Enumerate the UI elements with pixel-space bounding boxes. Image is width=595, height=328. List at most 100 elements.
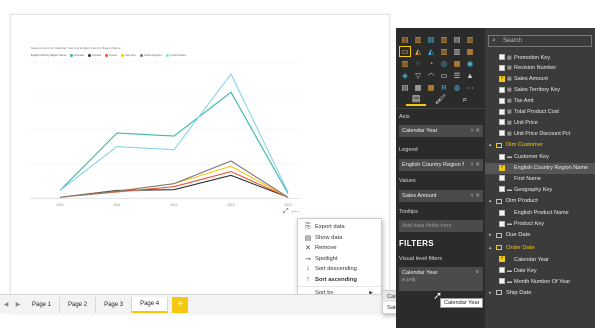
field-checkbox[interactable] bbox=[499, 278, 505, 284]
field-promotion-key[interactable]: ▦ Promotion Key bbox=[485, 52, 595, 63]
table-order-date[interactable]: ▴ Order Date bbox=[485, 242, 595, 254]
percent-column-icon[interactable]: ▥ bbox=[464, 34, 476, 45]
clustered-column-icon[interactable]: ▥ bbox=[438, 34, 450, 45]
field-checkbox[interactable] bbox=[499, 164, 505, 171]
field-checkbox[interactable] bbox=[499, 54, 505, 60]
legend-well-controls[interactable]: ˅ ✕ bbox=[471, 162, 480, 168]
field-checkbox[interactable] bbox=[499, 267, 505, 274]
table-due-date[interactable]: ▸ Due Date bbox=[485, 229, 595, 241]
field-sales-amount[interactable]: ▦Sales Amount bbox=[485, 74, 595, 85]
focus-mode-icon[interactable]: ⤢ bbox=[283, 208, 289, 216]
tooltips-well[interactable]: Add data fields here bbox=[399, 220, 483, 232]
field-revision-number[interactable]: ▦ Revision Number bbox=[485, 63, 595, 74]
export-data-menu-item[interactable]: ⎘ Export data bbox=[298, 222, 381, 233]
search-placeholder: Search bbox=[503, 38, 523, 44]
field-calendar-year[interactable]: Calendar Year bbox=[485, 254, 595, 265]
card-icon[interactable]: ▭ bbox=[438, 70, 450, 81]
field-checkbox[interactable] bbox=[499, 175, 505, 182]
kpi-icon[interactable]: ▲ bbox=[464, 70, 476, 81]
field-first-name[interactable]: First Name bbox=[485, 173, 595, 184]
stacked-bar-icon[interactable]: ▤ bbox=[399, 34, 411, 45]
chevron-down-icon[interactable]: ˅ bbox=[475, 270, 479, 276]
gauge-icon[interactable]: ◠ bbox=[425, 70, 437, 81]
table-dim-product[interactable]: ▴ Dim Product bbox=[485, 195, 595, 207]
field-date-key[interactable]: ▬ Date Key bbox=[485, 265, 595, 276]
field-unit-price[interactable]: ▦ Unit Price bbox=[485, 117, 595, 128]
fields-search-input[interactable]: ⌕ Search bbox=[488, 35, 592, 47]
field-checkbox[interactable] bbox=[499, 209, 505, 216]
stacked-area-icon[interactable]: ◭ bbox=[425, 46, 437, 57]
pie-chart-icon[interactable]: ◔ bbox=[425, 58, 437, 69]
tab-page-4[interactable]: Page 4 bbox=[132, 296, 169, 313]
visualizations-pane: ▤ ▥ ▤ ▥ ▤ ▥ ▭ ◭ ◭ ▥ ▥ ▦ ▥ ⁘ ◔ ◎ ▦ ◉ ◈ ▽ ◠ ▭ ☰ ▲ ▤ ▦ ▦ R ◍ ⋯ ▤ 🖌 ⌕ Axis … bbox=[396, 28, 485, 328]
sort-ascending-menu-item[interactable]: ↑ Sort ascending bbox=[298, 275, 381, 286]
scatter-icon[interactable]: ⁘ bbox=[412, 58, 424, 69]
table-ship-date[interactable]: ▸ Ship Date bbox=[485, 287, 595, 299]
values-well[interactable]: Sales Amount ˅ ✕ bbox=[399, 190, 483, 202]
tab-page-2[interactable]: Page 2 bbox=[60, 296, 97, 313]
chevron-right-icon[interactable]: ▸ bbox=[489, 290, 492, 296]
legend-well[interactable]: English Country Region Name ˅ ✕ bbox=[399, 159, 483, 171]
percent-bar-icon[interactable]: ▤ bbox=[451, 34, 463, 45]
field-month-number-of-year[interactable]: ▬ Month Number Of Year bbox=[485, 276, 595, 287]
field-english-product-name[interactable]: English Product Name bbox=[485, 208, 595, 219]
format-tab-icon[interactable]: 🖌 bbox=[430, 94, 450, 105]
chevron-right-icon[interactable]: ▸ bbox=[489, 232, 492, 238]
field-unit-price-discount-pct[interactable]: ▦ Unit Price Discount Pct bbox=[485, 128, 595, 139]
line-chart-icon[interactable]: ▭ bbox=[399, 46, 411, 57]
values-well-controls[interactable]: ˅ ✕ bbox=[471, 193, 480, 199]
field-checkbox[interactable] bbox=[499, 86, 505, 93]
more-options-icon[interactable]: ⋯ bbox=[292, 208, 299, 216]
axis-well-controls[interactable]: ˅ ✕ bbox=[471, 128, 480, 134]
field-checkbox[interactable] bbox=[499, 64, 505, 71]
field-checkbox[interactable] bbox=[499, 108, 505, 115]
tab-page-1[interactable]: Page 1 bbox=[24, 296, 61, 313]
field-english-country-region-name[interactable]: English Country Region Name bbox=[485, 162, 595, 174]
funnel-icon[interactable]: ▽ bbox=[412, 70, 424, 81]
field-checkbox[interactable] bbox=[499, 97, 505, 104]
hierarchy-icon: ▬ bbox=[507, 221, 512, 227]
field-product-key[interactable]: ▬ Product Key bbox=[485, 219, 595, 230]
axis-well[interactable]: Calendar Year ˅ ✕ bbox=[399, 125, 483, 137]
map-icon[interactable]: ◉ bbox=[464, 58, 476, 69]
remove-menu-item[interactable]: ✕ Remove bbox=[298, 243, 381, 254]
field-checkbox[interactable] bbox=[499, 220, 505, 227]
area-chart-icon[interactable]: ◭ bbox=[412, 46, 424, 57]
chevron-down-icon[interactable]: ▴ bbox=[489, 142, 492, 148]
waterfall-icon[interactable]: ▥ bbox=[399, 58, 411, 69]
show-data-menu-item[interactable]: ▤ Show data bbox=[298, 233, 381, 244]
filter-card-calendar-year[interactable]: Calendar Year is (All) ˅ bbox=[399, 267, 483, 291]
filled-map-icon[interactable]: ◈ bbox=[399, 70, 411, 81]
chevron-down-icon[interactable]: ▴ bbox=[489, 198, 492, 204]
line-column-icon[interactable]: ▥ bbox=[438, 46, 450, 57]
values-well-value: Sales Amount bbox=[402, 193, 437, 199]
field-checkbox[interactable] bbox=[499, 153, 505, 160]
field-checkbox[interactable] bbox=[499, 186, 505, 193]
ribbon-chart-icon[interactable]: ▦ bbox=[464, 46, 476, 57]
fields-tab-icon[interactable]: ▤ bbox=[406, 93, 427, 106]
field-geography-key[interactable]: ▬ Geography Key bbox=[485, 184, 595, 195]
spotlight-menu-item[interactable]: ⊸ Spotlight bbox=[298, 254, 381, 265]
field-checkbox[interactable] bbox=[499, 130, 505, 137]
field-checkbox[interactable] bbox=[499, 119, 505, 126]
add-page-button[interactable]: + bbox=[172, 296, 189, 313]
field-sales-territory-key[interactable]: ▦ Sales Territory Key bbox=[485, 85, 595, 96]
field-customer-key[interactable]: ▬ Customer Key bbox=[485, 152, 595, 163]
field-tax-amt[interactable]: ▦ Tax Amt bbox=[485, 96, 595, 107]
table-dim-customer[interactable]: ▴ Dim Customer bbox=[485, 139, 595, 151]
analytics-tab-icon[interactable]: ⌕ bbox=[455, 94, 475, 105]
field-total-product-cost[interactable]: ▦ Total Product Cost bbox=[485, 107, 595, 118]
multi-row-card-icon[interactable]: ☰ bbox=[451, 70, 463, 81]
chevron-down-icon[interactable]: ▴ bbox=[489, 245, 492, 251]
line-stacked-icon[interactable]: ▥ bbox=[451, 46, 463, 57]
prev-page-icon[interactable]: ◀ bbox=[0, 295, 12, 315]
donut-icon[interactable]: ◎ bbox=[438, 58, 450, 69]
tab-page-3[interactable]: Page 3 bbox=[96, 296, 133, 313]
stacked-column-icon[interactable]: ▥ bbox=[412, 34, 424, 45]
field-checkbox[interactable] bbox=[499, 255, 505, 263]
sort-descending-menu-item[interactable]: ↓ Sort descending bbox=[298, 264, 381, 275]
clustered-bar-icon[interactable]: ▤ bbox=[425, 34, 437, 45]
next-page-icon[interactable]: ▶ bbox=[12, 295, 24, 315]
field-checkbox[interactable] bbox=[499, 75, 505, 82]
treemap-icon[interactable]: ▦ bbox=[451, 58, 463, 69]
